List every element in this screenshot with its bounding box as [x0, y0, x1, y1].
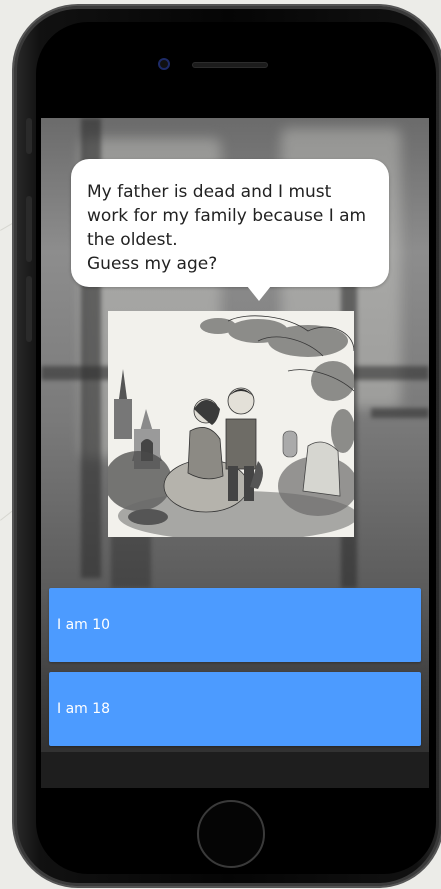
earpiece-speaker-icon [192, 62, 268, 68]
victorian-engraving-icon [108, 311, 354, 537]
background-beam [371, 408, 429, 418]
home-button[interactable] [197, 800, 265, 868]
answer-option-button[interactable]: I am 18 [49, 672, 421, 746]
answer-option-button[interactable]: I am 10 [49, 588, 421, 662]
volume-up-button [26, 196, 32, 262]
speech-bubble: My father is dead and I must work for my… [71, 159, 389, 301]
front-camera-icon [158, 58, 170, 70]
screen-bottom-bar [41, 752, 429, 788]
character-illustration [108, 311, 354, 537]
speech-bubble-text: My father is dead and I must work for my… [87, 182, 367, 274]
volume-down-button [26, 276, 32, 342]
mute-switch [26, 118, 32, 154]
game-screen: My father is dead and I must work for my… [41, 118, 429, 788]
